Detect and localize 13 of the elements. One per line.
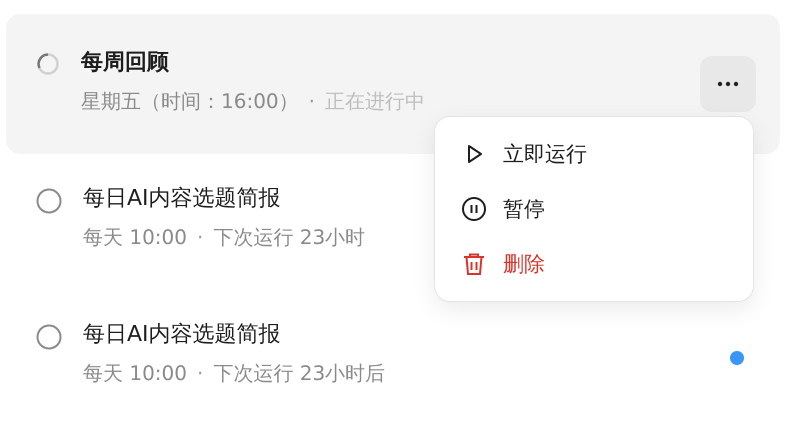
- task-schedule: 每天 10:00: [83, 360, 187, 386]
- task-status: 下次运行 23小时后: [213, 360, 386, 386]
- menu-item-label: 暂停: [503, 196, 545, 223]
- separator-dot: ·: [308, 88, 315, 114]
- task-title: 每周回顾: [81, 50, 169, 76]
- separator-dot: ·: [197, 224, 204, 250]
- task-title: 每日AI内容选题简报: [83, 186, 281, 212]
- task-schedule: 每天 10:00: [83, 224, 187, 250]
- menu-item-label: 删除: [503, 251, 545, 278]
- task-title: 每日AI内容选题简报: [83, 322, 281, 348]
- separator-dot: ·: [197, 360, 204, 386]
- task-schedule: 星期五（时间：16:00）: [81, 88, 299, 114]
- task-status: 下次运行 23小时: [213, 224, 366, 250]
